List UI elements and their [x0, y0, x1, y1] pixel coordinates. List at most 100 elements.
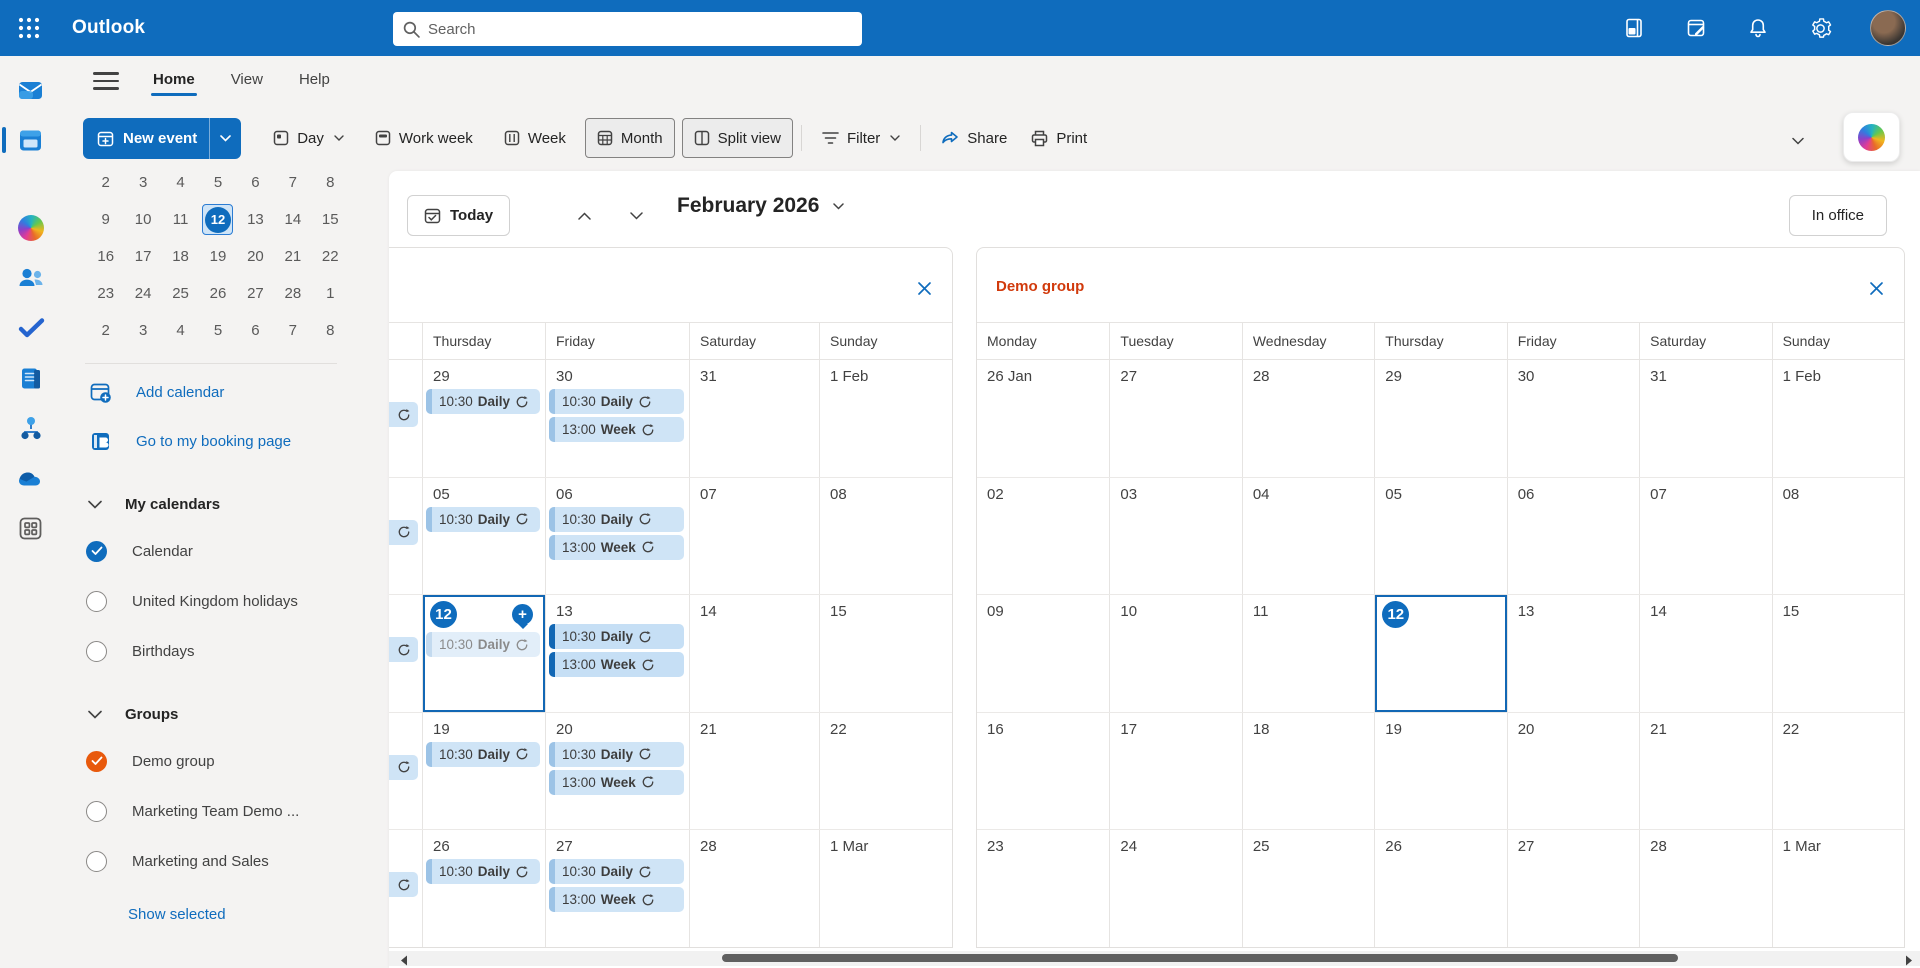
calendar-day-cell[interactable]: 1 Feb [1771, 360, 1904, 477]
calendar-day-cell[interactable]: 14 [689, 595, 819, 712]
notes-icon[interactable] [1622, 16, 1646, 40]
mini-calendar-day[interactable]: 6 [240, 316, 270, 346]
view-button-work-week[interactable]: Work week [363, 118, 485, 158]
settings-gear-icon[interactable] [1808, 16, 1832, 40]
calendar-day-cell[interactable]: 30 10:30 Daily 13:00 Week [545, 360, 689, 477]
calendar-day-cell[interactable]: 15 [1771, 595, 1904, 712]
clipped-event-pill[interactable] [389, 637, 418, 663]
calendar-checkbox-unchecked[interactable] [86, 800, 107, 822]
rail-to-do-icon[interactable] [9, 308, 53, 348]
new-event-button[interactable]: New event [83, 117, 242, 159]
tab-help[interactable]: Help [295, 65, 334, 98]
prev-month-chevron[interactable] [567, 203, 601, 229]
calendar-day-cell[interactable]: 04 [1241, 477, 1374, 595]
calendar-day-cell[interactable]: 03 [1109, 477, 1241, 595]
app-launcher-icon[interactable] [0, 0, 58, 56]
mini-calendar-day[interactable]: 14 [278, 205, 308, 235]
mini-calendar-day[interactable]: 7 [278, 168, 308, 198]
month-title-dropdown[interactable]: February 2026 [677, 194, 845, 218]
event-pill[interactable]: 10:30 Daily [549, 741, 684, 767]
mini-calendar-day[interactable]: 25 [166, 279, 196, 309]
calendar-day-cell[interactable]: 10 [1109, 595, 1241, 712]
mini-calendar-day[interactable]: 13 [240, 205, 270, 235]
calendar-day-cell[interactable]: 21 [1639, 712, 1771, 830]
event-pill[interactable]: 10:30 Daily [426, 632, 540, 658]
print-button[interactable]: Print [1019, 118, 1099, 158]
new-event-dropdown[interactable] [209, 117, 241, 159]
mini-calendar-day[interactable]: 5 [203, 168, 233, 198]
calendar-day-cell[interactable]: 19 [1374, 712, 1506, 830]
calendar-day-cell[interactable]: 13 [1506, 595, 1639, 712]
panel-close-icon[interactable] [1862, 274, 1890, 302]
mini-calendar-day[interactable]: 11 [166, 205, 196, 235]
rail-onedrive-icon[interactable] [9, 458, 53, 498]
calendar-day-cell[interactable]: 28 [1639, 830, 1771, 947]
calendar-day-cell[interactable]: 27 [1109, 360, 1241, 477]
calendar-day-cell[interactable]: 12 [1374, 595, 1506, 712]
calendar-day-cell[interactable]: 08 [819, 477, 952, 595]
event-pill[interactable]: 13:00 Week [549, 652, 684, 678]
calendar-day-cell[interactable]: 19 10:30 Daily [422, 712, 545, 830]
calendar-day-cell[interactable]: 07 [1639, 477, 1771, 595]
mini-calendar-day[interactable]: 27 [240, 279, 270, 309]
account-avatar[interactable] [1870, 10, 1906, 46]
notifications-bell-icon[interactable] [1746, 16, 1770, 40]
calendar-day-cell[interactable]: 06 [1506, 477, 1639, 595]
calendar-day-cell[interactable]: 23 [977, 830, 1109, 947]
mini-calendar-day[interactable]: 5 [203, 316, 233, 346]
add-calendar-link[interactable]: Add calendar [61, 368, 389, 417]
calendar-day-cell[interactable]: 28 [1241, 360, 1374, 477]
mini-calendar-day[interactable]: 23 [91, 279, 121, 309]
event-pill[interactable]: 13:00 Week [549, 534, 684, 560]
calendar-list-item[interactable]: Demo group [61, 736, 389, 786]
mini-calendar-day[interactable]: 9 [91, 205, 121, 235]
mini-calendar-day[interactable]: 6 [240, 168, 270, 198]
tab-view[interactable]: View [227, 65, 267, 98]
mini-calendar-day[interactable]: 7 [278, 316, 308, 346]
mini-calendar-day[interactable]: 17 [128, 242, 158, 272]
event-pill[interactable]: 10:30 Daily [426, 859, 540, 885]
calendar-day-cell[interactable]: 22 [1771, 712, 1904, 830]
calendar-day-cell[interactable]: 29 10:30 Daily [422, 360, 545, 477]
tab-home[interactable]: Home [149, 65, 199, 98]
rail-org-chart-icon[interactable] [9, 408, 53, 448]
copilot-button[interactable] [1843, 112, 1900, 162]
next-month-chevron[interactable] [619, 203, 653, 229]
calendar-list-item[interactable]: United Kingdom holidays [61, 576, 389, 626]
calendar-day-cell[interactable]: 06 10:30 Daily 13:00 Week [545, 477, 689, 595]
calendar-list-item[interactable]: Marketing Team Demo ... [61, 786, 389, 836]
rail-mail-icon[interactable] [9, 70, 53, 110]
calendar-day-cell[interactable]: 1 Mar [1771, 830, 1904, 947]
rail-notebook-icon[interactable] [9, 358, 53, 398]
event-pill[interactable]: 10:30 Daily [549, 624, 684, 650]
clipped-event-pill[interactable] [389, 519, 418, 545]
view-button-day[interactable]: Day [261, 118, 356, 158]
calendar-checkbox-checked[interactable] [86, 540, 107, 562]
calendar-day-cell[interactable]: 08 [1771, 477, 1904, 595]
clipped-edge-cell[interactable] [389, 478, 422, 595]
calendar-day-cell[interactable]: 26 10:30 Daily [422, 830, 545, 947]
rail-more-apps-icon[interactable] [9, 508, 53, 548]
calendar-day-cell[interactable]: 24 [1109, 830, 1241, 947]
hamburger-menu-icon[interactable] [93, 72, 119, 90]
clipped-edge-cell[interactable] [389, 595, 422, 712]
mini-calendar-day[interactable]: 22 [315, 242, 345, 272]
mini-calendar-day[interactable]: 16 [91, 242, 121, 272]
calendar-list-item[interactable]: Birthdays [61, 626, 389, 676]
calendar-day-cell[interactable]: 29 [1374, 360, 1506, 477]
calendar-checkbox-unchecked[interactable] [86, 590, 107, 612]
mini-calendar-day[interactable]: 2 [91, 316, 121, 346]
mini-calendar-day[interactable]: 3 [128, 168, 158, 198]
event-pill[interactable]: 10:30 Daily [549, 506, 684, 532]
calendar-day-cell[interactable]: 28 [689, 830, 819, 947]
calendar-day-cell[interactable]: 18 [1241, 712, 1374, 830]
presence-status-button[interactable]: In office [1788, 195, 1887, 236]
view-button-month[interactable]: Month [584, 118, 675, 158]
mini-calendar-day[interactable]: 21 [278, 242, 308, 272]
calendar-day-cell[interactable]: 26 Jan [977, 360, 1109, 477]
calendar-day-cell[interactable]: 31 [1639, 360, 1771, 477]
calendar-day-cell[interactable]: 05 [1374, 477, 1506, 595]
calendar-day-cell[interactable]: 05 10:30 Daily [422, 477, 545, 595]
calendar-day-cell[interactable]: 15 [819, 595, 952, 712]
share-button[interactable]: Share [929, 118, 1019, 158]
